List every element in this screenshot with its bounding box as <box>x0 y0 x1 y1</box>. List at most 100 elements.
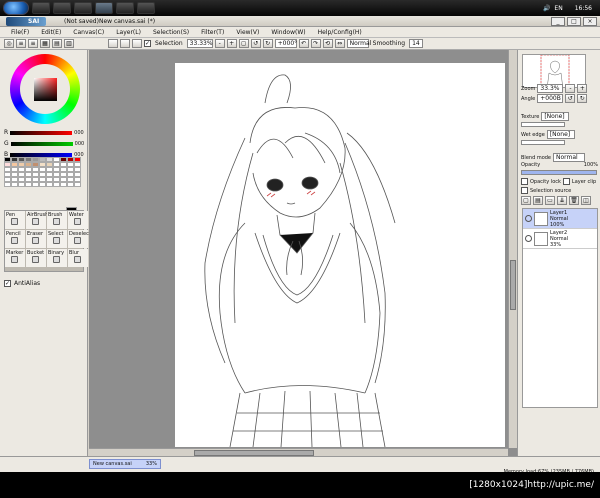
tool-bucket[interactable]: Bucket <box>26 249 46 267</box>
menu-file[interactable]: File(F) <box>6 29 34 36</box>
language-indicator[interactable]: EN <box>554 5 562 12</box>
texture-scale-slider[interactable] <box>521 122 565 127</box>
zoom-reset-icon[interactable]: ◻ <box>238 39 249 48</box>
deselect-icon[interactable] <box>132 39 142 48</box>
menu-canvas[interactable]: Canvas(C) <box>68 29 109 36</box>
color-swatch[interactable] <box>18 182 25 187</box>
color-swatch[interactable] <box>11 182 18 187</box>
opacity-slider[interactable] <box>521 170 597 175</box>
color-swatch[interactable] <box>4 182 11 187</box>
redo-icon[interactable] <box>120 39 130 48</box>
minimize-icon[interactable]: _ <box>551 17 565 26</box>
visibility-eye-icon[interactable] <box>525 215 532 222</box>
layer-item[interactable]: Layer1 Normal 100% <box>523 209 597 229</box>
nav-rotate-cw-icon[interactable]: ↻ <box>577 94 588 103</box>
wet-edge-select[interactable]: [None] <box>546 130 575 139</box>
antialias-checkbox[interactable]: ✓ <box>4 280 11 287</box>
rotate-left-icon[interactable]: ↺ <box>250 39 261 48</box>
navigator-preview[interactable] <box>522 54 586 88</box>
taskbar-app-icon[interactable] <box>74 2 92 14</box>
navigator-angle-field[interactable]: +000B <box>537 94 564 103</box>
taskbar-app-icon[interactable] <box>32 2 50 14</box>
hsv-slider-icon[interactable]: ≡ <box>28 39 38 48</box>
new-folder-icon[interactable]: ▭ <box>545 196 555 205</box>
delete-layer-icon[interactable]: 🗑 <box>569 196 579 205</box>
taskbar-app-icon[interactable] <box>137 2 155 14</box>
tool-binary[interactable]: Binary <box>47 249 67 267</box>
nav-rotate-icon[interactable]: ↺ <box>565 94 576 103</box>
tool-blur[interactable]: Blur <box>68 249 88 267</box>
flip-icon[interactable]: ⇔ <box>334 39 345 48</box>
angle-field[interactable]: +000° <box>274 39 297 48</box>
close-icon[interactable]: × <box>583 17 597 26</box>
blend-mode-select[interactable]: Normal <box>553 153 586 162</box>
color-swatch[interactable] <box>60 182 67 187</box>
color-swatch[interactable] <box>53 182 60 187</box>
menu-window[interactable]: Window(W) <box>266 29 310 36</box>
new-layer-icon[interactable]: ▢ <box>521 196 531 205</box>
layer-clip-checkbox[interactable] <box>562 178 570 185</box>
menu-filter[interactable]: Filter(T) <box>196 29 229 36</box>
wet-edge-slider[interactable] <box>521 140 565 145</box>
color-swatch[interactable] <box>74 182 81 187</box>
color-swatch[interactable] <box>46 182 53 187</box>
tool-airbrush[interactable]: AirBrush <box>26 211 48 229</box>
nav-zoom-in-icon[interactable]: + <box>577 84 588 93</box>
document-tab[interactable]: New canvas.sai 33% <box>89 459 161 469</box>
tool-water[interactable]: Water <box>68 211 88 229</box>
texture-select[interactable]: [None] <box>541 112 570 121</box>
zoom-out-icon[interactable]: - <box>214 39 225 48</box>
layer-item[interactable]: Layer2 Normal 33% <box>523 229 597 249</box>
smoothing-field[interactable]: 14 <box>409 39 424 48</box>
clear-layer-icon[interactable]: ◫ <box>581 196 591 205</box>
tool-marker[interactable]: Marker <box>5 249 25 267</box>
start-button[interactable] <box>3 1 29 15</box>
new-linework-icon[interactable]: ▤ <box>533 196 543 205</box>
horizontal-scrollbar[interactable] <box>89 448 508 456</box>
clock[interactable]: 16:56 <box>575 5 592 12</box>
green-slider[interactable]: G 000 <box>4 140 86 147</box>
zoom-field[interactable]: 33.33% <box>186 39 213 48</box>
rotate-right-icon[interactable]: ↻ <box>262 39 273 48</box>
canvas-paper[interactable] <box>175 63 505 447</box>
menu-edit[interactable]: Edit(E) <box>36 29 66 36</box>
selection-checkbox[interactable]: ✓ <box>144 40 151 47</box>
color-swatch[interactable] <box>32 182 39 187</box>
rotate-reset-icon[interactable]: ⟲ <box>322 39 333 48</box>
vertical-scrollbar[interactable] <box>508 50 517 448</box>
selection-source-checkbox[interactable] <box>521 187 528 194</box>
menu-layer[interactable]: Layer(L) <box>111 29 146 36</box>
menu-selection[interactable]: Selection(S) <box>148 29 194 36</box>
zoom-in-icon[interactable]: + <box>226 39 237 48</box>
tool-deselect[interactable]: Deselect <box>68 230 91 248</box>
tool-pencil[interactable]: Pencil <box>5 230 25 248</box>
red-slider[interactable]: R 000 <box>4 129 86 136</box>
menu-help[interactable]: Help/Config(H) <box>313 29 367 36</box>
blend-select[interactable]: Normal <box>346 39 371 48</box>
taskbar-app-icon[interactable] <box>53 2 71 14</box>
menu-view[interactable]: View(V) <box>231 29 264 36</box>
opacity-lock-checkbox[interactable] <box>521 178 528 185</box>
visibility-eye-icon[interactable] <box>525 235 532 242</box>
mix-icon[interactable]: ▥ <box>64 39 74 48</box>
vertical-scroll-thumb[interactable] <box>510 260 516 310</box>
color-wheel[interactable] <box>10 54 80 124</box>
antialias-option[interactable]: ✓ AntiAlias <box>4 280 40 287</box>
navigator-zoom-field[interactable]: 33.3% <box>537 84 564 93</box>
color-swatch[interactable] <box>25 182 32 187</box>
color-swatch[interactable] <box>67 182 74 187</box>
merge-icon[interactable]: ⇊ <box>557 196 567 205</box>
rotate-ccw-icon[interactable]: ↶ <box>298 39 309 48</box>
tool-pen[interactable]: Pen <box>5 211 25 229</box>
scratchpad-icon[interactable]: ▤ <box>52 39 62 48</box>
maximize-icon[interactable]: □ <box>567 17 581 26</box>
color-wheel-icon[interactable]: ◎ <box>4 39 14 48</box>
taskbar-app-icon[interactable] <box>95 2 113 14</box>
opacity-value[interactable]: 100% <box>584 162 598 168</box>
speaker-icon[interactable]: 🔊 <box>543 5 550 12</box>
tool-eraser[interactable]: Eraser <box>26 230 46 248</box>
rotate-cw-icon[interactable]: ↷ <box>310 39 321 48</box>
undo-icon[interactable] <box>108 39 118 48</box>
rgb-slider-icon[interactable]: ≡ <box>16 39 26 48</box>
canvas-area[interactable] <box>89 50 517 456</box>
